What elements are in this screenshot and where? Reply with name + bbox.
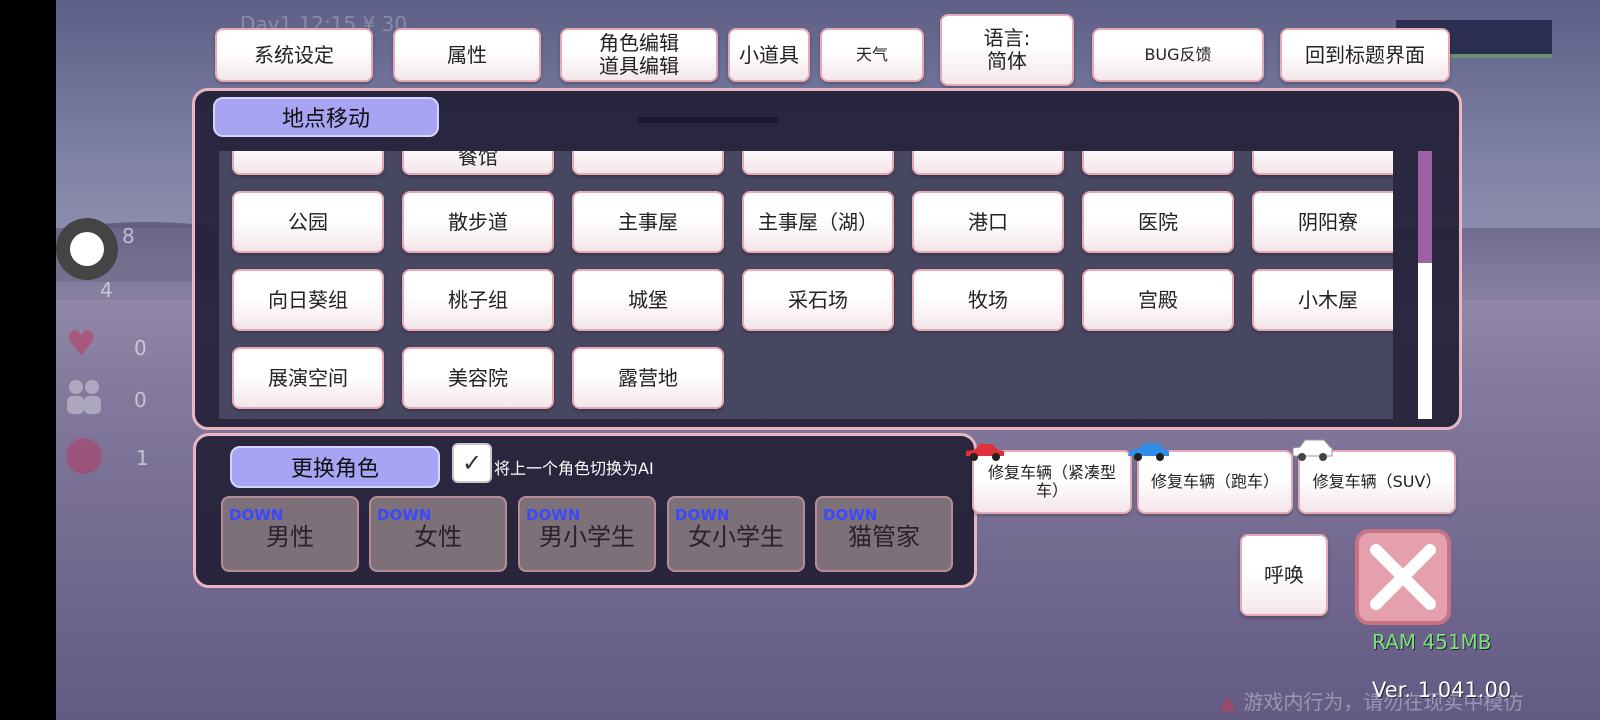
location-button-cabin[interactable]: 小木屋 [1252,269,1393,331]
location-button-main-house[interactable]: 主事屋 [572,191,724,253]
location-button-hospital[interactable]: 医院 [1082,191,1234,253]
system-settings-button[interactable]: 系统设定 [215,28,373,82]
location-button[interactable] [742,151,894,175]
location-button[interactable] [572,151,724,175]
down-label: DOWN [229,506,284,524]
location-button[interactable] [1252,151,1393,175]
character-item-edit-button[interactable]: 角色编辑 道具编辑 [560,28,718,82]
location-button-onmyoryo[interactable]: 阴阳寮 [1252,191,1393,253]
people-icon [67,380,101,414]
car-icon [966,444,1004,461]
close-icon [1370,544,1436,610]
character-edit-label: 角色编辑 [599,31,679,55]
location-button-peach-group[interactable]: 桃子组 [402,269,554,331]
language-value: 简体 [987,49,1027,73]
close-button[interactable] [1355,529,1451,625]
check-icon: ✓ [461,449,483,477]
car-icon [1292,439,1333,461]
stat-value: 0 [134,388,147,412]
sad-face-icon [66,438,102,474]
warning-icon: ▲ [1220,690,1236,714]
character-button-male[interactable]: DOWN 男性 [221,496,359,572]
stat-value: 0 [134,336,147,360]
item-edit-label: 道具编辑 [599,54,679,78]
location-button-park[interactable]: 公园 [232,191,384,253]
location-button-ranch[interactable]: 牧场 [912,269,1064,331]
location-button[interactable] [1082,151,1234,175]
bug-feedback-button[interactable]: BUG反馈 [1092,28,1264,82]
down-label: DOWN [823,506,878,524]
location-button[interactable] [912,151,1064,175]
back-to-title-button[interactable]: 回到标题界面 [1280,28,1450,82]
heart-icon: ♥ [66,324,97,364]
version-label: Ver. 1.041.00 [1372,678,1512,702]
character-button-female[interactable]: DOWN 女性 [369,496,507,572]
down-label: DOWN [526,506,581,524]
car-icon [1128,443,1169,461]
switch-ai-checkbox[interactable]: ✓ [452,443,492,483]
stat-value: 4 [100,278,113,302]
character-button-cat-butler[interactable]: DOWN 猫管家 [815,496,953,572]
character-button-schoolboy[interactable]: DOWN 男小学生 [518,496,656,572]
stat-value: 8 [122,224,135,248]
location-button-quarry[interactable]: 采石场 [742,269,894,331]
gadgets-button[interactable]: 小道具 [728,28,810,82]
down-label: DOWN [675,506,730,524]
stat-value: 1 [136,446,149,470]
joystick-button[interactable] [56,218,118,280]
location-button-restaurant[interactable]: 餐馆 [402,151,554,175]
location-button-promenade[interactable]: 散步道 [402,191,554,253]
location-button-sunflower-group[interactable]: 向日葵组 [232,269,384,331]
switch-ai-label: 将上一个角色切换为AI [494,459,654,478]
location-button-palace[interactable]: 宫殿 [1082,269,1234,331]
character-button-schoolgirl[interactable]: DOWN 女小学生 [667,496,805,572]
location-list[interactable]: 餐馆 公园 散步道 主事屋 主事屋（湖） 港口 医院 阴阳寮 向日葵组 桃子组 … [219,151,1393,419]
location-scrollbar-thumb[interactable] [1418,151,1432,263]
summon-button[interactable]: 呼唤 [1240,534,1328,616]
location-button-performance-space[interactable]: 展演空间 [232,347,384,409]
location-button-main-house-lake[interactable]: 主事屋（湖） [742,191,894,253]
panel-handle [638,117,778,123]
language-label: 语言: [983,26,1031,50]
attributes-button[interactable]: 属性 [393,28,541,82]
location-panel-title: 地点移动 [213,97,439,137]
location-button-beauty-salon[interactable]: 美容院 [402,347,554,409]
down-label: DOWN [377,506,432,524]
location-button[interactable] [232,151,384,175]
location-button-campsite[interactable]: 露营地 [572,347,724,409]
location-button-castle[interactable]: 城堡 [572,269,724,331]
character-panel-title: 更换角色 [230,446,440,488]
language-button[interactable]: 语言: 简体 [940,14,1074,86]
location-button-harbor[interactable]: 港口 [912,191,1064,253]
weather-button[interactable]: 天气 [820,28,924,82]
ram-usage: RAM 451MB [1372,630,1492,654]
